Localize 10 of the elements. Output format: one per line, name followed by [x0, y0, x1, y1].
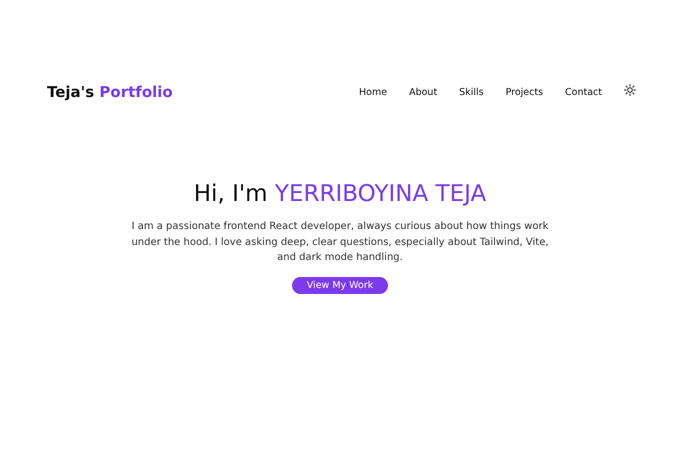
nav-link[interactable]: Skills — [459, 86, 484, 98]
nav-link[interactable]: Contact — [565, 86, 602, 98]
view-work-button[interactable]: View My Work — [292, 276, 388, 294]
site-logo[interactable]: Teja's Portfolio — [47, 83, 173, 101]
nav-link[interactable]: Home — [359, 86, 388, 98]
sun-icon[interactable] — [624, 84, 636, 96]
nav-link[interactable]: About — [409, 86, 438, 98]
hero-description: I am a passionate frontend React developer, always curious about how things work under the hood. I love asking deep, clear questions, especially about Tailwind, Vite, and dark mode handling. — [130, 220, 550, 265]
hero-heading: Hi, I'm YERRIBOYINA TEJA — [194, 181, 486, 207]
nav-link[interactable]: Projects — [506, 86, 544, 98]
